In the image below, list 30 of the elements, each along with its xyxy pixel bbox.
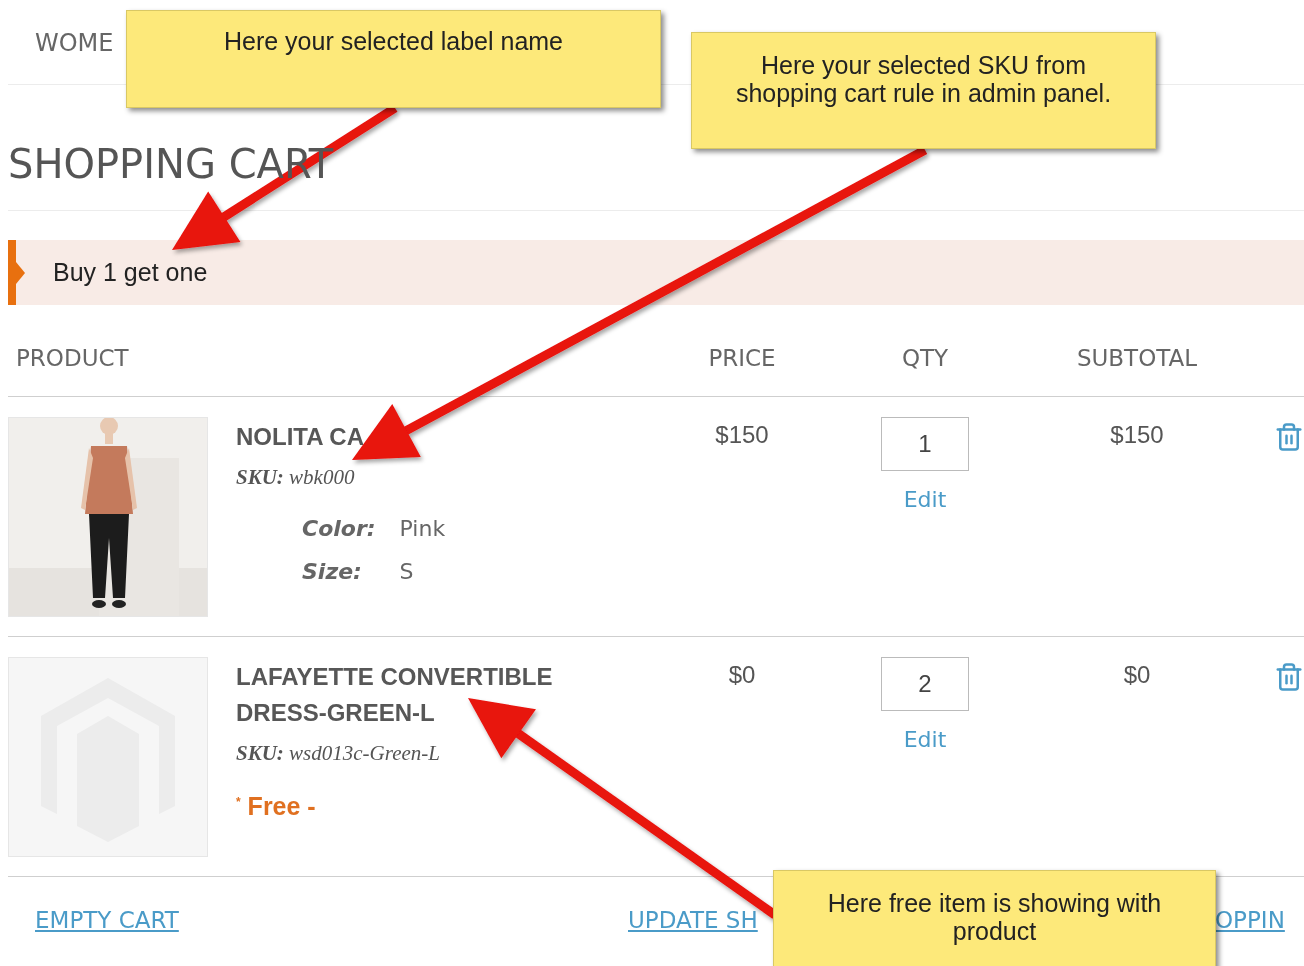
free-item-note: $^{*}$ Free - [236, 792, 317, 821]
annotation-text: Here free item is showing with product [826, 889, 1163, 945]
option-label: Color: [302, 516, 376, 541]
action-link[interactable]: UPDATE SH [628, 907, 758, 933]
product-sku: SKU: wsd013c-Green-L [236, 741, 441, 766]
item-subtotal: $0 [1123, 660, 1151, 689]
action-link[interactable]: OPPIN [1215, 907, 1285, 933]
item-subtotal: $150 [1110, 420, 1164, 449]
option-value: S [399, 559, 415, 584]
edit-link[interactable]: Edit [903, 487, 947, 512]
product-name[interactable]: LAFAYETTE CONVERTIBLE DRESS-GREEN-L [236, 659, 596, 731]
rule-label: Buy 1 get one [53, 258, 208, 287]
item-price: $150 [715, 420, 769, 449]
action-link[interactable]: EMPTY CART [8, 907, 179, 933]
edit-link[interactable]: Edit [903, 727, 947, 752]
column-header: QTY [901, 344, 949, 371]
item-price: $0 [728, 660, 756, 689]
annotation-text: Here your selected SKU from shopping cart rule in admin panel. [734, 51, 1113, 107]
banner-marker [16, 262, 25, 284]
option-value: Pink [399, 516, 446, 541]
qty-input[interactable]: 1 [881, 417, 969, 471]
product-name[interactable]: NOLITA CA [236, 419, 446, 455]
qty-input[interactable]: 2 [881, 657, 969, 711]
option-label: Size: [302, 559, 363, 584]
nav-link[interactable]: WOME [35, 27, 114, 57]
annotation-text: Here your selected label name [222, 27, 565, 55]
column-header: SUBTOTAL [1076, 344, 1198, 371]
product-sku: SKU: wbk000 [236, 465, 356, 490]
column-header: PRODUCT [15, 344, 129, 371]
column-header: PRICE [708, 344, 776, 371]
